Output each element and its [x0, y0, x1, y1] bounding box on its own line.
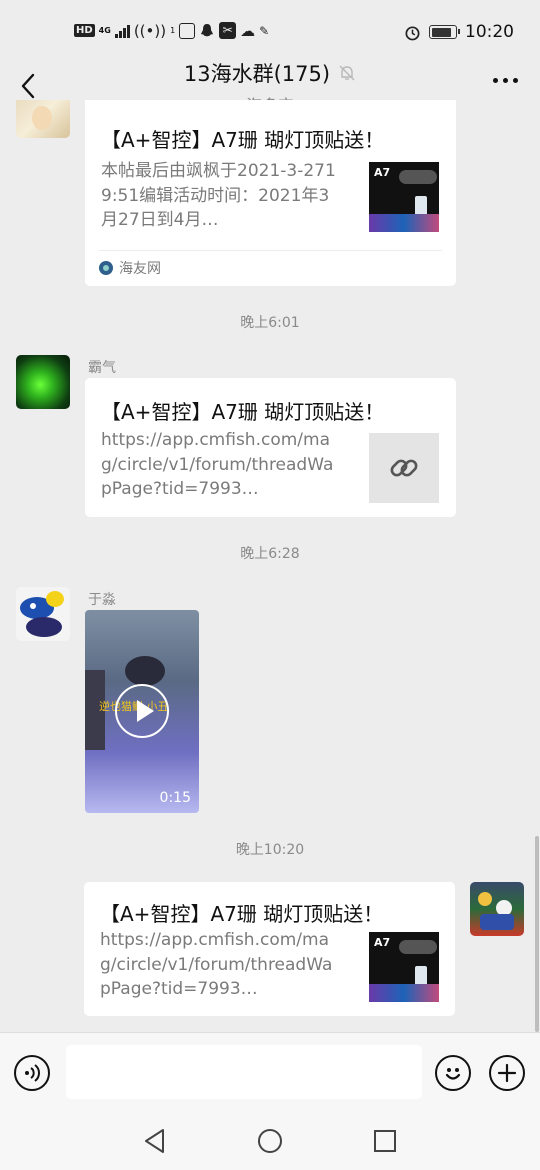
input-bar [0, 1032, 540, 1112]
timestamp: 晚上6:01 [240, 315, 300, 331]
qq-icon [201, 23, 214, 36]
link-thumbnail [369, 433, 439, 503]
status-time: 10:20 [465, 22, 514, 42]
avatar[interactable] [470, 882, 524, 936]
more-button[interactable] [493, 78, 518, 83]
nav-recent-button[interactable] [370, 1126, 400, 1156]
sender-name: 于淼 [88, 592, 116, 608]
alarm-icon [405, 25, 420, 40]
nav-home-icon [258, 1129, 282, 1153]
hotspot-icon: ((•)) [133, 21, 167, 40]
notification-count: 1 [170, 26, 176, 35]
card-source: 海友网 [99, 250, 442, 284]
source-name: 海友网 [119, 260, 161, 277]
status-bar: HD 4G ((•)) 1 ✂ ☁ ✎ 10:20 [0, 0, 540, 64]
avatar[interactable] [16, 100, 70, 138]
scrollbar[interactable] [535, 836, 539, 1032]
status-left: HD 4G ((•)) 1 ✂ ☁ ✎ [74, 22, 269, 39]
cloud-icon: ☁ [240, 21, 256, 40]
share-card[interactable]: 【A+智控】A7珊 瑚灯顶贴送！ https://app.cmfish.com/… [84, 882, 455, 1016]
card-thumbnail: A7 [369, 932, 439, 1002]
network-type: 4G [98, 25, 111, 35]
emoji-button[interactable] [435, 1055, 471, 1091]
hd-badge: HD [74, 24, 95, 37]
card-title: 【A+智控】A7珊 瑚灯顶贴送！ [100, 902, 384, 926]
more-icon [493, 78, 518, 83]
message-input[interactable] [66, 1045, 422, 1099]
card-description: https://app.cmfish.com/mag/circle/v1/for… [100, 930, 333, 999]
timestamp: 晚上6:28 [240, 546, 300, 562]
capcut-icon: ✂ [219, 22, 237, 39]
clock-app-icon [179, 22, 196, 39]
card-title: 【A+智控】A7珊 瑚灯顶贴送！ [101, 128, 385, 152]
sender-name: 霸气 [88, 360, 116, 376]
share-card[interactable]: 【A+智控】A7珊 瑚灯顶贴送！ https://app.cmfish.com/… [85, 378, 456, 517]
timestamp: 晚上10:20 [235, 842, 305, 858]
card-title: 【A+智控】A7珊 瑚灯顶贴送！ [101, 400, 385, 424]
source-logo-icon [99, 260, 113, 275]
plus-icon [497, 1063, 517, 1083]
thumbnail-label: A7 [374, 166, 391, 179]
weibo-icon: ✎ [259, 23, 270, 38]
nav-back-icon [145, 1129, 164, 1153]
emoji-icon [445, 1068, 461, 1080]
nav-home-button[interactable] [255, 1126, 285, 1156]
share-card[interactable]: 【A+智控】A7珊 瑚灯顶贴送！ 本帖最后由飒枫于2021-3-2719:51编… [85, 100, 456, 286]
chat-title: 13海水群(175) [183, 62, 331, 86]
system-nav-bar [0, 1112, 540, 1170]
card-thumbnail: A7 [369, 162, 439, 232]
mute-bell-icon [339, 65, 355, 81]
avatar[interactable] [16, 355, 70, 409]
video-message[interactable]: 逆也猫鳚 小丑 0:15 [85, 610, 199, 813]
status-right: 10:20 [404, 22, 514, 42]
nav-recent-icon [374, 1130, 396, 1152]
voice-icon [25, 1064, 40, 1082]
voice-button[interactable] [14, 1055, 50, 1091]
battery-icon [429, 25, 460, 39]
thumbnail-label: A7 [374, 936, 391, 949]
card-description: 本帖最后由飒枫于2021-3-2719:51编辑活动时间：2021年3月27日到… [101, 161, 336, 230]
nav-back-button[interactable] [140, 1126, 170, 1156]
avatar[interactable] [16, 587, 70, 641]
video-duration: 0:15 [159, 790, 191, 806]
card-description: https://app.cmfish.com/mag/circle/v1/for… [101, 430, 334, 499]
play-icon[interactable] [115, 684, 169, 738]
link-icon [390, 459, 418, 477]
signal-icon [114, 24, 130, 38]
plus-button[interactable] [489, 1055, 525, 1091]
